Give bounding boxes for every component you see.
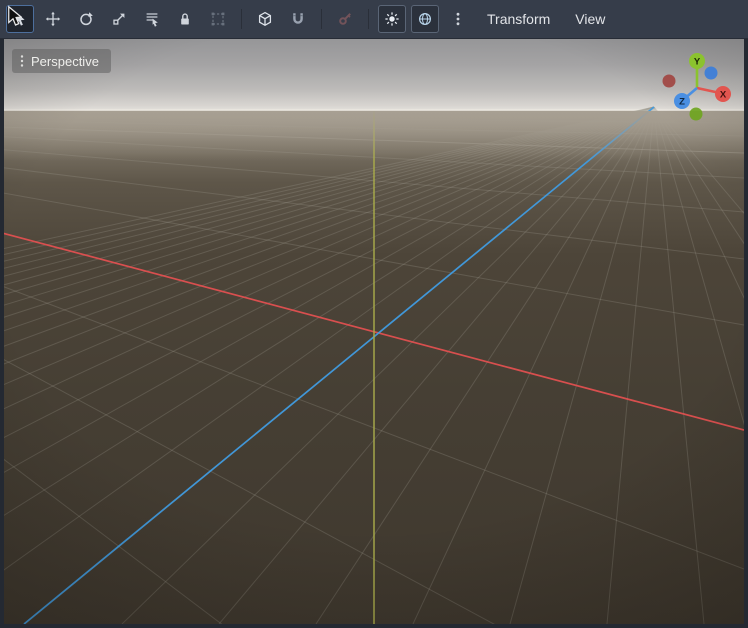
grid-and-axes (4, 39, 744, 624)
rotate-tool-button[interactable] (72, 5, 100, 33)
menu-transform[interactable]: Transform (477, 5, 560, 33)
axis-y-label: Y (694, 57, 701, 68)
list-select-tool-button[interactable] (138, 5, 166, 33)
group-tool-button[interactable] (204, 5, 232, 33)
axis-neg-x-ball[interactable] (663, 75, 676, 88)
animation-key-button[interactable] (331, 5, 359, 33)
kebab-icon (450, 11, 466, 27)
kebab-icon (17, 53, 27, 69)
local-space-toggle-button[interactable] (251, 5, 279, 33)
toolbar-separator (321, 9, 322, 29)
perspective-menu-button[interactable]: Perspective (12, 49, 111, 73)
axis-neg-z-ball[interactable] (705, 67, 718, 80)
toolbar-separator (368, 9, 369, 29)
view-label: Perspective (31, 54, 99, 69)
globe-icon (417, 11, 433, 27)
axis-x-label: X (720, 90, 727, 101)
axis-z-label: Z (679, 97, 685, 108)
axis-z-ball[interactable]: Z (674, 93, 690, 109)
sun-icon (384, 11, 400, 27)
orientation-gizmo[interactable]: Y X Z (642, 43, 738, 139)
toolbar-separator (241, 9, 242, 29)
rotate-icon (78, 11, 94, 27)
preview-environment-toggle-button[interactable] (411, 5, 439, 33)
viewport-3d[interactable]: Perspective Y X Z (4, 39, 744, 624)
scale-icon (111, 11, 127, 27)
magnet-icon (290, 11, 306, 27)
axis-x-ball[interactable]: X (715, 86, 731, 102)
axis-y-ball[interactable]: Y (689, 53, 705, 69)
key-icon (337, 11, 353, 27)
cube-icon (257, 11, 273, 27)
scale-tool-button[interactable] (105, 5, 133, 33)
preview-sun-toggle-button[interactable] (378, 5, 406, 33)
list-cursor-icon (144, 11, 160, 27)
snap-toggle-button[interactable] (284, 5, 312, 33)
move-arrows-icon (45, 11, 61, 27)
viewport-toolbar: Transform View (0, 0, 748, 39)
move-tool-button[interactable] (39, 5, 67, 33)
lock-tool-button[interactable] (171, 5, 199, 33)
group-icon (210, 11, 226, 27)
lock-icon (177, 11, 193, 27)
menu-view[interactable]: View (565, 5, 615, 33)
extra-options-menu-button[interactable] (444, 5, 472, 33)
cursor-icon (12, 11, 28, 27)
axis-neg-y-ball[interactable] (690, 108, 703, 121)
select-tool-button[interactable] (6, 5, 34, 33)
